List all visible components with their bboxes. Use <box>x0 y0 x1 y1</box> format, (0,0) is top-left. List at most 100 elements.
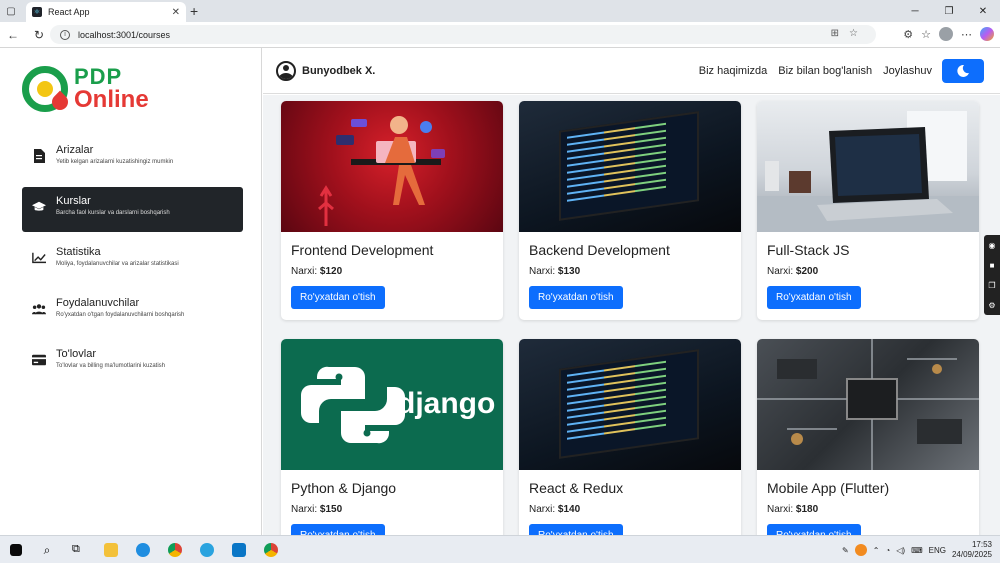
sidebar-item-kurslar[interactable]: Kurslar Barcha faol kurslar va darslarni… <box>22 187 243 232</box>
code-laptop-image <box>519 101 741 232</box>
back-icon[interactable]: ← <box>0 28 26 42</box>
extensions-icon[interactable]: ⚙ <box>903 28 913 41</box>
sidebar-item-subtitle: To'lovlar va billing ma'lumotlarini kuza… <box>56 363 166 369</box>
settings-icon[interactable]: ⚙ <box>988 301 995 310</box>
django-wordmark: django <box>397 387 495 420</box>
nav-link-location[interactable]: Joylashuv <box>883 65 932 77</box>
sidebar-item-title: Statistika <box>56 246 101 258</box>
file-explorer-icon[interactable] <box>104 542 118 557</box>
register-button[interactable]: Ro'yxatdan o'tish <box>291 286 385 309</box>
refresh-icon[interactable]: ↻ <box>26 28 52 42</box>
windows-taskbar: ⌕ ⧉ ✎ ⌃ ◔ ◁) ⌨ ENG 17:53 24/09/2025 <box>0 535 1000 563</box>
frontend-illustration-image <box>281 101 503 232</box>
circuit-board-image <box>757 339 979 470</box>
clock[interactable]: 17:53 24/09/2025 <box>952 540 992 560</box>
sidebar-item-statistika[interactable]: Statistika Moliya, foydalanuvchilar va a… <box>22 238 243 283</box>
browser-tab-bar: ▢ ⚛ React App ✕ + ─ ❐ ✕ <box>0 0 1000 22</box>
course-price: Narxi: $120 <box>291 266 343 277</box>
logo-line2: Online <box>74 86 149 113</box>
register-button[interactable]: Ro'yxatdan o'tish <box>767 286 861 309</box>
minimize-icon[interactable]: ─ <box>898 0 932 22</box>
start-icon[interactable] <box>10 543 22 556</box>
address-bar: ← ↻ i localhost:3001/courses ⊞☆ ⚙ ☆ ⋯ <box>0 22 1000 48</box>
course-price: Narxi: $140 <box>529 504 581 515</box>
user-name: Bunyodbek X. <box>302 64 376 77</box>
sidebar-item-arizalar[interactable]: Arizalar Yetib kelgan arizalarni kuzatis… <box>22 136 243 181</box>
course-card: django Python & Django Narxi: $150 Ro'yx… <box>281 339 503 535</box>
course-card: Backend Development Narxi: $130 Ro'yxatd… <box>519 101 741 320</box>
camera-icon[interactable]: ◉ <box>989 241 996 250</box>
sidebar-item-title: Arizalar <box>56 144 94 156</box>
close-window-icon[interactable]: ✕ <box>966 0 1000 22</box>
desk-laptop-image <box>757 101 979 232</box>
video-icon[interactable]: ■ <box>990 261 995 270</box>
site-info-icon[interactable]: i <box>60 29 70 40</box>
wifi-icon[interactable]: ◔ <box>885 546 890 555</box>
vscode-icon[interactable] <box>232 542 246 557</box>
chrome-profile-icon[interactable] <box>264 542 278 557</box>
nav-link-about[interactable]: Biz haqimizda <box>699 65 767 77</box>
browser-tab[interactable]: ⚛ React App ✕ <box>26 2 186 22</box>
maximize-icon[interactable]: ❐ <box>932 0 966 22</box>
more-menu-icon[interactable]: ⋯ <box>961 28 972 41</box>
credit-card-icon <box>32 353 46 367</box>
url-actions: ⊞☆ <box>830 28 868 39</box>
sidebar-item-subtitle: Moliya, foydalanuvchilar va arizalar sta… <box>56 261 179 267</box>
app-tray-icon[interactable] <box>854 544 867 556</box>
sidebar-item-subtitle: Yetib kelgan arizalarni kuzatishingiz mu… <box>56 159 174 165</box>
theme-toggle-button[interactable] <box>942 59 984 83</box>
chrome-icon[interactable] <box>168 542 182 557</box>
course-card: Full-Stack JS Narxi: $200 Ro'yxatdan o't… <box>757 101 979 320</box>
favorites-icon[interactable]: ☆ <box>921 28 931 41</box>
sidebar: PDP Online Arizalar Yetib kelgan arizala… <box>0 48 262 535</box>
register-button[interactable]: Ro'yxatdan o'tish <box>291 524 385 535</box>
pdp-online-logo[interactable]: PDP Online <box>22 66 149 114</box>
code-laptop-image <box>519 339 741 470</box>
copilot-icon[interactable] <box>980 27 994 41</box>
sidebar-item-tolovlar[interactable]: To'lovlar To'lovlar va billing ma'lumotl… <box>22 340 243 385</box>
course-title: Mobile App (Flutter) <box>767 480 890 496</box>
graduation-cap-icon <box>32 200 46 214</box>
chevron-up-icon[interactable]: ⌃ <box>873 546 880 555</box>
copy-icon[interactable]: ❐ <box>988 281 995 290</box>
register-button[interactable]: Ro'yxatdan o'tish <box>767 524 861 535</box>
url-text: localhost:3001/courses <box>78 29 171 40</box>
course-card: Mobile App (Flutter) Narxi: $180 Ro'yxat… <box>757 339 979 535</box>
users-icon <box>32 302 46 316</box>
course-price: Narxi: $180 <box>767 504 819 515</box>
tab-actions-icon[interactable]: ▢ <box>0 0 22 22</box>
sidebar-item-title: Foydalanuvchilar <box>56 297 140 309</box>
sidebar-item-foydalanuvchilar[interactable]: Foydalanuvchilar Ro'yxatdan o'tgan foyda… <box>22 289 243 334</box>
user-profile[interactable]: Bunyodbek X. <box>276 60 376 81</box>
language-indicator[interactable]: ENG <box>929 546 946 555</box>
top-header: Bunyodbek X. Biz haqimizda Biz bilan bog… <box>263 48 1000 94</box>
django-logo-image: django <box>281 339 503 470</box>
chart-line-icon <box>32 251 46 265</box>
course-title: Backend Development <box>529 242 670 258</box>
task-view-icon[interactable]: ⧉ <box>72 543 86 557</box>
pen-icon[interactable]: ✎ <box>842 546 849 555</box>
course-title: Frontend Development <box>291 242 434 258</box>
sidebar-item-subtitle: Ro'yxatdan o'tgan foydalanuvchilarni bos… <box>56 312 185 318</box>
keyboard-icon[interactable]: ⌨ <box>911 546 923 555</box>
clock-date: 24/09/2025 <box>951 550 992 559</box>
edge-icon[interactable] <box>136 542 150 557</box>
url-field[interactable]: i localhost:3001/courses ⊞☆ <box>50 25 876 44</box>
clock-time: 17:53 <box>971 540 992 549</box>
nav-link-contact[interactable]: Biz bilan bog'lanish <box>778 65 872 77</box>
course-price: Narxi: $200 <box>767 266 819 277</box>
register-button[interactable]: Ro'yxatdan o'tish <box>529 286 623 309</box>
new-tab-icon[interactable]: + <box>190 3 198 19</box>
register-button[interactable]: Ro'yxatdan o'tish <box>529 524 623 535</box>
volume-icon[interactable]: ◁) <box>896 546 905 555</box>
user-circle-icon <box>276 60 296 81</box>
close-tab-icon[interactable]: ✕ <box>172 7 180 18</box>
profile-avatar[interactable] <box>939 27 953 41</box>
courses-grid: Frontend Development Narxi: $120 Ro'yxat… <box>263 95 1000 535</box>
tab-title: React App <box>48 7 90 17</box>
telegram-icon[interactable] <box>200 542 214 557</box>
course-title: Full-Stack JS <box>767 242 850 258</box>
document-icon <box>32 149 46 163</box>
search-icon[interactable]: ⌕ <box>40 543 54 557</box>
moon-icon <box>957 65 969 77</box>
